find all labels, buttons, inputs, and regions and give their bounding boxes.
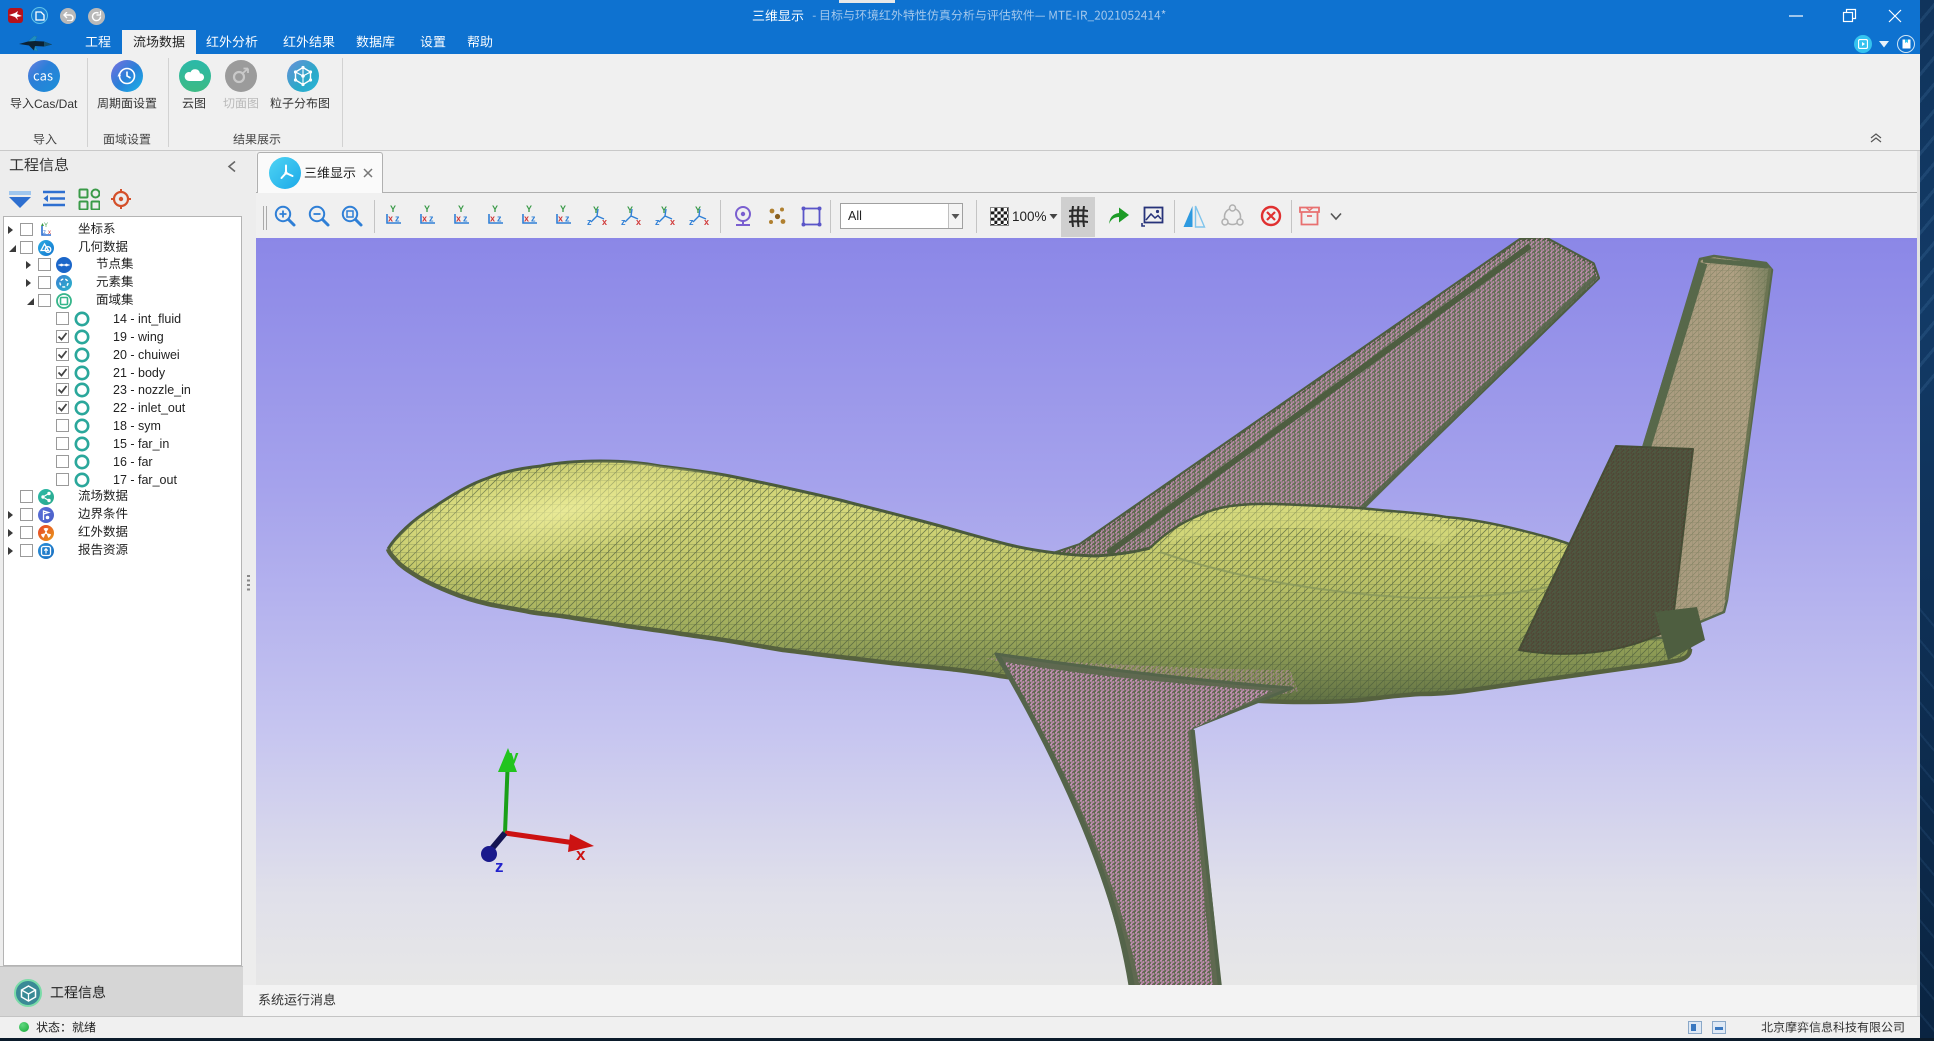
svg-text:x: x — [636, 217, 641, 227]
svg-text:z: z — [531, 214, 536, 224]
svg-text:z: z — [495, 857, 504, 876]
svg-text:Y: Y — [458, 204, 464, 214]
svg-text:z: z — [463, 214, 468, 224]
svg-text:Y: Y — [526, 204, 532, 214]
svg-text:z: z — [689, 217, 694, 227]
svg-text:z: z — [43, 230, 46, 236]
svg-text:x: x — [576, 845, 586, 864]
svg-text:y: y — [509, 747, 519, 766]
svg-text:Y: Y — [44, 223, 48, 229]
svg-text:z: z — [655, 217, 660, 227]
svg-text:Y: Y — [560, 204, 566, 214]
svg-text:z: z — [565, 214, 570, 224]
svg-text:z: z — [395, 214, 400, 224]
svg-text:Y: Y — [424, 204, 430, 214]
svg-text:x: x — [524, 214, 529, 224]
svg-text:x: x — [422, 214, 427, 224]
svg-text:Y: Y — [390, 204, 396, 214]
svg-text:x: x — [602, 217, 607, 227]
svg-text:x: x — [388, 214, 393, 224]
svg-text:Y: Y — [492, 204, 498, 214]
svg-text:x: x — [704, 217, 709, 227]
svg-text:z: z — [587, 217, 592, 227]
svg-text:z: z — [621, 217, 626, 227]
svg-text:x: x — [490, 214, 495, 224]
svg-text:z: z — [497, 214, 502, 224]
svg-text:x: x — [456, 214, 461, 224]
svg-text:x: x — [558, 214, 563, 224]
svg-text:x: x — [48, 230, 51, 236]
svg-text:z: z — [429, 214, 434, 224]
svg-text:x: x — [670, 217, 675, 227]
